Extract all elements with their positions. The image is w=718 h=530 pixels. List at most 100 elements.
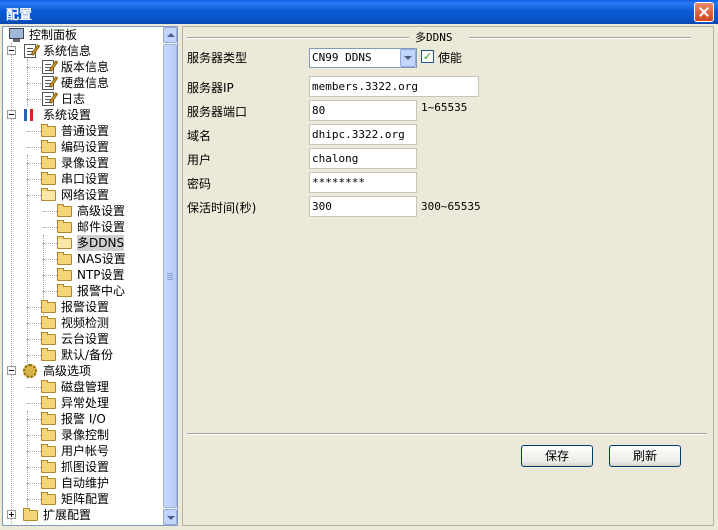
tree-connector (27, 419, 41, 420)
tree-connector (27, 195, 41, 196)
tree-item-label: 高级选项 (43, 364, 92, 378)
chevron-down-icon[interactable] (400, 49, 416, 67)
tree-item-label: 报警 I/O (61, 412, 106, 426)
collapse-icon[interactable] (7, 366, 16, 375)
tree-connector (43, 227, 57, 228)
tree-scrollbar[interactable] (163, 27, 177, 525)
folder-icon (41, 428, 56, 441)
tree-item-label: 录像设置 (61, 156, 110, 170)
tree-item-label: 多DDNS (77, 235, 125, 251)
folder-open-icon (41, 188, 56, 201)
keepalive-input[interactable]: 300 (309, 196, 417, 217)
tree-connector (27, 83, 41, 84)
user-input[interactable]: chalong (309, 148, 417, 169)
enable-checkbox[interactable]: ✓ (421, 50, 434, 63)
window-title: 配置 (6, 8, 33, 23)
tree-connector (27, 67, 41, 68)
folder-icon (57, 284, 72, 297)
refresh-button[interactable]: 刷新 (609, 445, 681, 467)
tree-item-label: 控制面板 (29, 28, 78, 42)
server-type-label: 服务器类型 (187, 51, 248, 65)
config-tree: 控制面板 系统信息 版本信息 硬盘信息 日志 系统设置 普通设置 编码设置 录像设置 串口设置 网络… (3, 27, 163, 525)
folder-icon (57, 252, 72, 265)
tree-item-label: 用户帐号 (61, 444, 110, 458)
tree-connector (43, 275, 57, 276)
bottom-divider (187, 433, 707, 435)
folder-icon (41, 380, 56, 393)
tree-item-label: 报警设置 (61, 300, 110, 314)
scroll-up-icon[interactable] (163, 27, 177, 43)
document-pencil-icon (42, 92, 59, 106)
tree-item-label: 报警中心 (77, 284, 126, 298)
tree-item-label: 录像控制 (61, 428, 110, 442)
tree-connector (27, 179, 41, 180)
folder-icon (41, 140, 56, 153)
tree-item-label: 编码设置 (61, 140, 110, 154)
tree-connector (27, 307, 41, 308)
folder-open-icon (57, 236, 72, 249)
tree-item-label: 抓图设置 (61, 460, 110, 474)
tree-item-label: 网络设置 (61, 188, 110, 202)
tree-item-label: 系统设置 (43, 108, 92, 122)
tree-connector (27, 467, 41, 468)
tree-connector (27, 99, 41, 100)
tree-connector (27, 339, 41, 340)
scroll-thumb[interactable] (163, 44, 177, 508)
section-rule-left (187, 37, 409, 39)
save-button[interactable]: 保存 (521, 445, 593, 467)
close-icon[interactable] (694, 2, 714, 22)
ddns-settings-panel: 多DDNS 服务器类型 CN99 DDNS ✓ 使能 服务器IP members… (182, 26, 714, 526)
tree-connector (27, 147, 41, 148)
folder-icon (41, 348, 56, 361)
tree-item-label: 邮件设置 (77, 220, 126, 234)
tree-item-label: 默认/备份 (61, 348, 114, 362)
expand-icon[interactable] (7, 510, 16, 519)
folder-icon (41, 492, 56, 505)
document-pencil-icon (42, 60, 59, 74)
domain-label: 域名 (187, 129, 212, 143)
tree-connector (27, 355, 41, 356)
domain-input[interactable]: dhipc.3322.org (309, 124, 417, 145)
folder-icon (41, 316, 56, 329)
tree-connector (43, 259, 57, 260)
tools-icon (23, 108, 37, 122)
tree-item-label: 扩展配置 (43, 508, 92, 522)
tree-item-label: 版本信息 (61, 60, 110, 74)
tree-connector (27, 387, 41, 388)
collapse-icon[interactable] (7, 46, 16, 55)
server-port-range: 1~65535 (421, 101, 468, 114)
tree-connector (27, 435, 41, 436)
gear-icon (23, 364, 37, 378)
folder-icon (41, 332, 56, 345)
tree-connector (27, 499, 41, 500)
folder-icon (57, 268, 72, 281)
folder-icon (41, 476, 56, 489)
tree-item-label: 日志 (61, 92, 86, 106)
section-title: 多DDNS (415, 31, 453, 44)
password-input[interactable]: ******** (309, 172, 417, 193)
collapse-icon[interactable] (7, 110, 16, 119)
tree-item-label: 普通设置 (61, 124, 110, 138)
tree-connector (27, 323, 41, 324)
tree-item-label: 高级设置 (77, 204, 126, 218)
tree-item-label: 系统信息 (43, 44, 92, 58)
tree-item-label: 串口设置 (61, 172, 110, 186)
tree-item-label: NTP设置 (77, 268, 125, 282)
folder-icon (41, 124, 56, 137)
scroll-down-icon[interactable] (163, 509, 177, 525)
tree-connector (27, 163, 41, 164)
server-type-select[interactable]: CN99 DDNS (309, 48, 417, 68)
tree-connector (27, 403, 41, 404)
server-ip-input[interactable]: members.3322.org (309, 76, 479, 97)
enable-label: 使能 (438, 51, 463, 65)
tree-item-label: 异常处理 (61, 396, 110, 410)
folder-icon (57, 220, 72, 233)
document-pencil-icon (42, 76, 59, 90)
folder-icon (57, 204, 72, 217)
server-port-input[interactable]: 80 (309, 100, 417, 121)
tree-connector (27, 131, 41, 132)
tree-item-label: NAS设置 (77, 252, 126, 266)
folder-icon (41, 300, 56, 313)
keepalive-label: 保活时间(秒) (187, 201, 257, 215)
folder-icon (41, 412, 56, 425)
